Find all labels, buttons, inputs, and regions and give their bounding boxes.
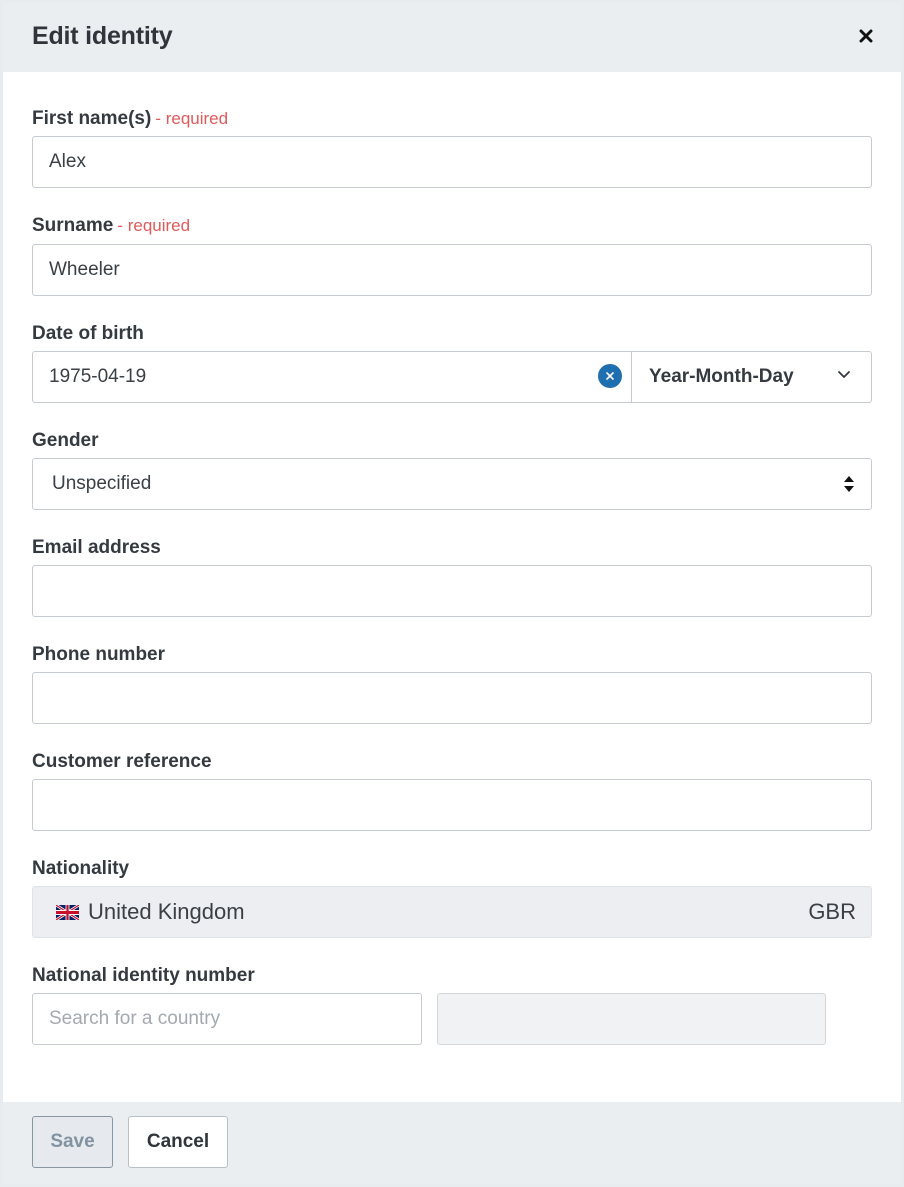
dob-format-select[interactable]: Year-Month-Day <box>632 352 871 402</box>
surname-input[interactable]: Wheeler <box>32 244 872 296</box>
dob-clear-button[interactable] <box>598 364 622 388</box>
national-id-number-input[interactable] <box>437 993 826 1045</box>
modal-title: Edit identity <box>32 22 173 50</box>
surname-label: Surname - required <box>32 215 190 237</box>
phone-label: Phone number <box>32 644 166 665</box>
national-id-country-input[interactable] <box>32 993 422 1045</box>
first-name-input[interactable]: Alex <box>32 136 872 188</box>
gender-value: Unspecified <box>52 473 152 494</box>
surname-label-text: Surname <box>32 215 114 236</box>
nationality-label: Nationality <box>32 858 130 879</box>
uk-flag-icon <box>56 905 79 920</box>
surname-value: Wheeler <box>49 259 120 280</box>
modal-header: Edit identity <box>3 3 901 72</box>
dob-input[interactable]: 1975-04-19 <box>49 352 146 402</box>
surname-required-text: - required <box>117 216 191 235</box>
cancel-button[interactable]: Cancel <box>128 1116 228 1168</box>
nationality-country: United Kingdom <box>88 899 245 924</box>
modal-footer: Save Cancel <box>3 1102 901 1184</box>
dob-label: Date of birth <box>32 323 144 344</box>
first-name-label: First name(s) - required <box>32 108 228 130</box>
clear-circle-icon <box>606 372 614 380</box>
chevron-down-icon <box>838 371 850 378</box>
dob-field: 1975-04-19 Year-Month-Day <box>32 351 872 403</box>
first-name-label-text: First name(s) <box>32 108 152 129</box>
dob-format-label: Year-Month-Day <box>649 366 794 387</box>
nationality-field: United Kingdom GBR <box>32 886 872 938</box>
gender-label: Gender <box>32 430 99 451</box>
customer-reference-label: Customer reference <box>32 751 212 772</box>
first-name-required-text: - required <box>155 109 229 128</box>
edit-identity-modal: Edit identity First name(s) - required Al… <box>0 0 904 1187</box>
email-label: Email address <box>32 537 161 558</box>
save-button[interactable]: Save <box>32 1116 113 1168</box>
nationality-code: GBR <box>808 899 856 924</box>
gender-select[interactable]: Unspecified <box>32 458 872 510</box>
close-button[interactable] <box>855 25 877 47</box>
customer-reference-input[interactable] <box>32 779 872 831</box>
phone-input[interactable] <box>32 672 872 724</box>
sort-arrows-icon <box>844 476 854 492</box>
email-input[interactable] <box>32 565 872 617</box>
first-name-value: Alex <box>49 151 86 172</box>
close-icon <box>859 29 873 43</box>
national-id-label: National identity number <box>32 965 255 986</box>
